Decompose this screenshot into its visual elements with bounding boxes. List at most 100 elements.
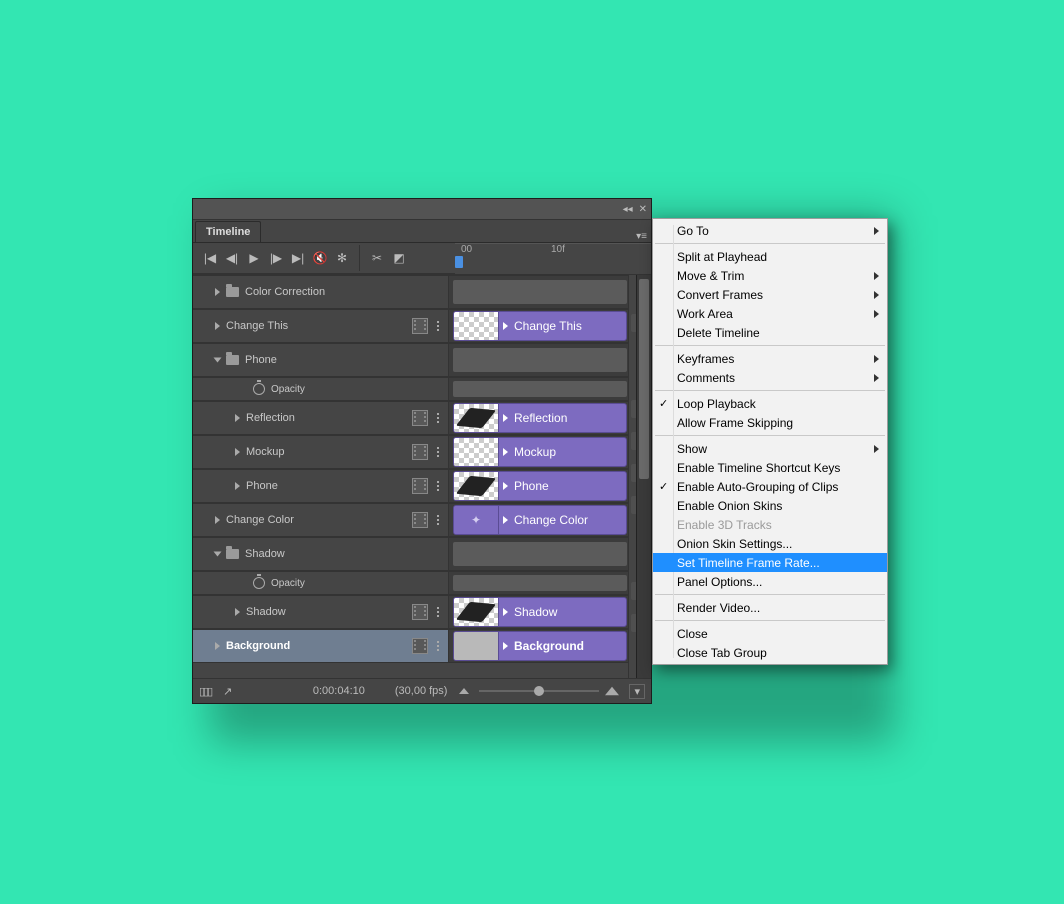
- filmstrip-icon[interactable]: [412, 478, 428, 494]
- panel-menu-icon[interactable]: ▾≡: [636, 231, 647, 242]
- clip-cc2[interactable]: ✦Change Color: [453, 505, 627, 535]
- layer-row-refl[interactable]: Reflection: [193, 401, 449, 435]
- collapse-icon[interactable]: ◂◂: [623, 204, 633, 215]
- menu-item-onion-skin-settings[interactable]: Onion Skin Settings...: [653, 534, 887, 553]
- menu-item-show[interactable]: Show: [653, 439, 887, 458]
- scissors-icon[interactable]: ✂: [366, 247, 388, 269]
- track-lane-sh_op[interactable]: [449, 571, 651, 595]
- clip-disclosure-icon[interactable]: [503, 482, 508, 490]
- track-lane-refl[interactable]: Reflection: [449, 401, 651, 435]
- clip-bg[interactable]: Background: [453, 631, 627, 661]
- menu-item-work-area[interactable]: Work Area: [653, 304, 887, 323]
- filmstrip-icon[interactable]: [412, 638, 428, 654]
- track-options-icon[interactable]: [430, 447, 446, 457]
- filmstrip-icon[interactable]: [412, 512, 428, 528]
- layer-row-sh[interactable]: Shadow: [193, 595, 449, 629]
- track-bar[interactable]: [453, 280, 627, 304]
- track-lane-cc2[interactable]: ✦Change Color: [449, 503, 651, 537]
- menu-item-close[interactable]: Close: [653, 624, 887, 643]
- track-lane-phone2[interactable]: Phone: [449, 469, 651, 503]
- mountain-small-icon[interactable]: [459, 688, 469, 694]
- layer-row-cc2[interactable]: Change Color: [193, 503, 449, 537]
- clip-disclosure-icon[interactable]: [503, 608, 508, 616]
- prev-frame-icon[interactable]: ◀|: [221, 247, 243, 269]
- close-icon[interactable]: ✕: [639, 204, 647, 215]
- menu-item-enable-onion-skins[interactable]: Enable Onion Skins: [653, 496, 887, 515]
- layer-row-mock[interactable]: Mockup: [193, 435, 449, 469]
- layer-row-shg[interactable]: Shadow: [193, 537, 449, 571]
- layer-row-cc[interactable]: Color Correction: [193, 275, 449, 309]
- menu-item-move-trim[interactable]: Move & Trim: [653, 266, 887, 285]
- menu-item-close-tab-group[interactable]: Close Tab Group: [653, 643, 887, 662]
- layer-row-ct[interactable]: Change This: [193, 309, 449, 343]
- vertical-scrollbar[interactable]: [636, 275, 651, 678]
- layer-row-ph_op[interactable]: Opacity: [193, 377, 449, 401]
- track-lane-bg[interactable]: Background: [449, 629, 651, 663]
- current-time[interactable]: 0:00:04:10: [313, 685, 365, 697]
- footer-chevron-icon[interactable]: ▾: [629, 684, 645, 699]
- clip-disclosure-icon[interactable]: [503, 516, 508, 524]
- track-lane-ph_op[interactable]: [449, 377, 651, 401]
- layer-row-ph[interactable]: Phone: [193, 343, 449, 377]
- menu-item-split-at-playhead[interactable]: Split at Playhead: [653, 247, 887, 266]
- menu-item-go-to[interactable]: Go To: [653, 221, 887, 240]
- disclosure-icon[interactable]: [235, 608, 240, 616]
- menu-item-render-video[interactable]: Render Video...: [653, 598, 887, 617]
- track-options-icon[interactable]: [430, 607, 446, 617]
- track-lane-mock[interactable]: Mockup: [449, 435, 651, 469]
- clip-disclosure-icon[interactable]: [503, 322, 508, 330]
- filmstrip-icon[interactable]: [412, 444, 428, 460]
- clip-disclosure-icon[interactable]: [503, 642, 508, 650]
- stopwatch-icon[interactable]: [253, 577, 265, 589]
- disclosure-icon[interactable]: [214, 358, 222, 363]
- layer-row-phone2[interactable]: Phone: [193, 469, 449, 503]
- menu-item-comments[interactable]: Comments: [653, 368, 887, 387]
- goto-end-icon[interactable]: |◀: [287, 247, 309, 269]
- track-options-icon[interactable]: [430, 321, 446, 331]
- menu-item-enable-auto-grouping-of-clips[interactable]: ✓Enable Auto-Grouping of Clips: [653, 477, 887, 496]
- track-lane-shg[interactable]: [449, 537, 651, 571]
- track-bar[interactable]: [453, 575, 627, 591]
- disclosure-icon[interactable]: [215, 288, 220, 296]
- menu-item-delete-timeline[interactable]: Delete Timeline: [653, 323, 887, 342]
- mountain-large-icon[interactable]: [605, 687, 619, 695]
- menu-item-convert-frames[interactable]: Convert Frames: [653, 285, 887, 304]
- zoom-slider[interactable]: [479, 686, 599, 696]
- layer-row-sh_op[interactable]: Opacity: [193, 571, 449, 595]
- clip-refl[interactable]: Reflection: [453, 403, 627, 433]
- clip-disclosure-icon[interactable]: [503, 414, 508, 422]
- disclosure-icon[interactable]: [235, 448, 240, 456]
- clip-phone2[interactable]: Phone: [453, 471, 627, 501]
- menu-item-set-timeline-frame-rate[interactable]: Set Timeline Frame Rate...: [653, 553, 887, 572]
- track-bar[interactable]: [453, 542, 627, 566]
- menu-item-keyframes[interactable]: Keyframes: [653, 349, 887, 368]
- track-options-icon[interactable]: [430, 481, 446, 491]
- track-lane-sh[interactable]: Shadow: [449, 595, 651, 629]
- track-lane-ph[interactable]: [449, 343, 651, 377]
- menu-item-loop-playback[interactable]: ✓Loop Playback: [653, 394, 887, 413]
- fps-label[interactable]: (30,00 fps): [395, 685, 448, 697]
- settings-icon[interactable]: ✻: [331, 247, 353, 269]
- next-frame-icon[interactable]: |▶: [265, 247, 287, 269]
- play-icon[interactable]: ▶: [243, 247, 265, 269]
- menu-item-enable-timeline-shortcut-keys[interactable]: Enable Timeline Shortcut Keys: [653, 458, 887, 477]
- track-options-icon[interactable]: [430, 413, 446, 423]
- playhead[interactable]: [455, 244, 463, 270]
- clip-mock[interactable]: Mockup: [453, 437, 627, 467]
- stopwatch-icon[interactable]: [253, 383, 265, 395]
- clip-ct[interactable]: Change This: [453, 311, 627, 341]
- track-lane-ct[interactable]: Change This: [449, 309, 651, 343]
- clip-disclosure-icon[interactable]: [503, 448, 508, 456]
- mute-icon[interactable]: 🔇: [309, 247, 331, 269]
- tab-timeline[interactable]: Timeline: [195, 221, 261, 242]
- menu-item-allow-frame-skipping[interactable]: Allow Frame Skipping: [653, 413, 887, 432]
- disclosure-icon[interactable]: [235, 414, 240, 422]
- disclosure-icon[interactable]: [215, 642, 220, 650]
- filmstrip-icon[interactable]: [412, 318, 428, 334]
- track-options-icon[interactable]: [430, 641, 446, 651]
- disclosure-icon[interactable]: [214, 552, 222, 557]
- share-icon[interactable]: ↗: [223, 685, 232, 698]
- frames-icon[interactable]: ▯▯▯: [199, 685, 211, 698]
- menu-item-panel-options[interactable]: Panel Options...: [653, 572, 887, 591]
- disclosure-icon[interactable]: [215, 322, 220, 330]
